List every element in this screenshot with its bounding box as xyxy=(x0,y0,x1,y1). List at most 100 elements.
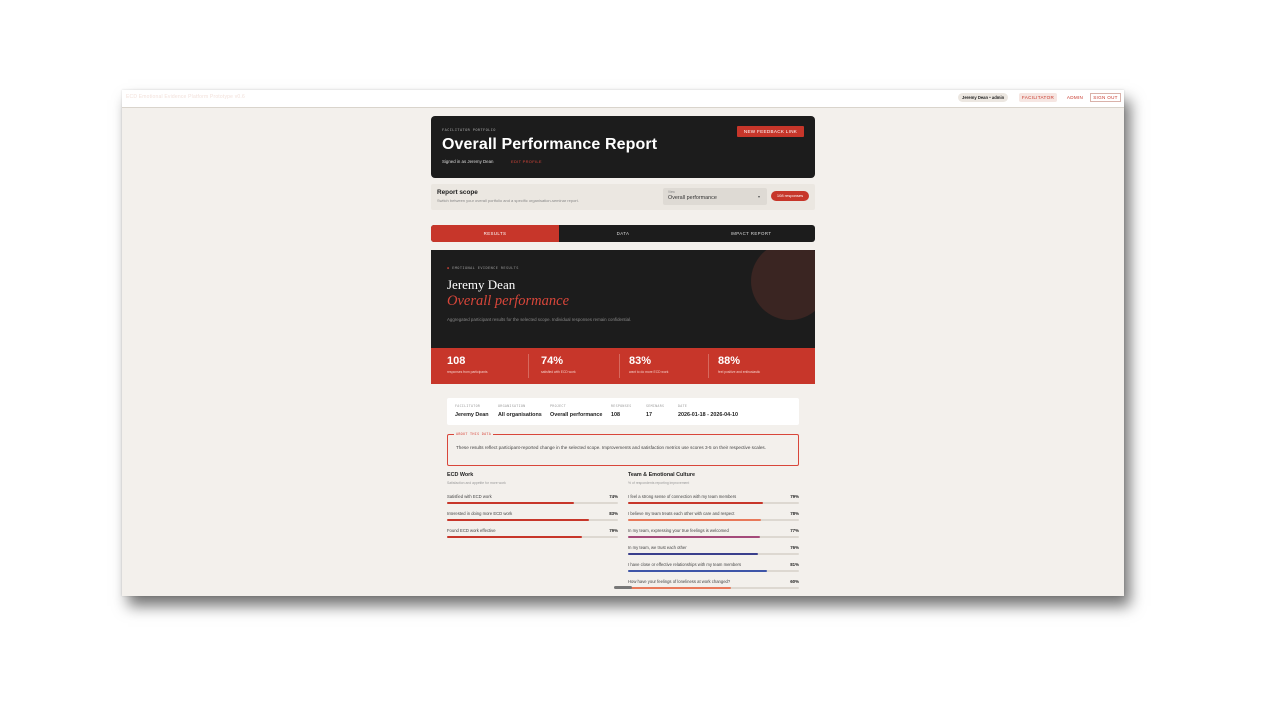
hero-eyebrow: FACILITATOR PORTFOLIO xyxy=(442,128,496,132)
metric-value: 79% xyxy=(790,494,799,499)
metric-value: 81% xyxy=(790,562,799,567)
app-title: ECD Emotional Evidence Platform Prototyp… xyxy=(126,94,245,100)
results-header: ◆ EMOTIONAL EVIDENCE RESULTS Jeremy Dean… xyxy=(431,250,815,348)
scope-title: Report scope xyxy=(437,189,478,196)
edit-profile-link[interactable]: EDIT PROFILE xyxy=(511,159,542,164)
meta-responses: RESPONSES 108 xyxy=(611,404,632,418)
metric-value: 78% xyxy=(790,511,799,516)
page-title: Overall Performance Report xyxy=(442,136,658,153)
meta-organisation: ORGANISATION All organisations xyxy=(498,404,542,418)
progress-track xyxy=(628,519,799,521)
scrollbar-thumb[interactable] xyxy=(614,586,632,589)
meta-key: ORGANISATION xyxy=(498,404,526,408)
tab-data[interactable]: DATA xyxy=(559,225,687,242)
person-name: Jeremy Dean xyxy=(447,277,516,292)
meta-facilitator: FACILITATOR Jeremy Dean xyxy=(455,404,489,418)
metric-value: 60% xyxy=(790,579,799,584)
sign-out-button[interactable]: SIGN OUT xyxy=(1090,93,1121,102)
meta-value: Jeremy Dean xyxy=(455,412,489,418)
top-bar: ECD Emotional Evidence Platform Prototyp… xyxy=(122,90,1124,108)
meta-key: FACILITATOR xyxy=(455,404,481,408)
tab-results[interactable]: RESULTS xyxy=(431,225,559,242)
progress-track xyxy=(447,536,618,538)
metric-label: I feel a strong sense of connection with… xyxy=(628,494,737,499)
view-select-value: Overall performance xyxy=(668,195,717,201)
metric-row: How have your feelings of loneliness at … xyxy=(628,579,799,593)
signed-in-text: Signed in as Jeremy Dean xyxy=(442,159,494,164)
facilitator-button[interactable]: FACILITATOR xyxy=(1019,93,1057,102)
metric-row: Satisfied with ECD work 74% xyxy=(447,494,618,508)
stat-label: feel positive and enthusiastic xyxy=(718,370,761,374)
metric-row: In my team, we trust each other 76% xyxy=(628,545,799,559)
bullet-dot-icon: ◆ xyxy=(447,266,450,270)
metric-label: Found ECD work effective xyxy=(447,528,496,533)
progress-fill xyxy=(628,519,762,521)
metric-row: I believe my team treats each other with… xyxy=(628,511,799,525)
ecd-section-title: ECD Work xyxy=(447,472,474,478)
stat-label: responses from participants xyxy=(447,370,488,374)
scope-subtitle: Switch between your overall portfolio an… xyxy=(437,198,579,203)
metric-value: 77% xyxy=(790,528,799,533)
metric-value: 76% xyxy=(790,545,799,550)
metric-label: I have close or effective relationships … xyxy=(628,562,742,567)
progress-track xyxy=(447,519,618,521)
meta-key: SEMINARS xyxy=(646,404,665,408)
stat-label: want to do more ECD work xyxy=(629,370,669,374)
meta-key: PROJECT xyxy=(550,404,566,408)
new-feedback-link-button[interactable]: NEW FEEDBACK LINK xyxy=(737,126,804,137)
progress-fill xyxy=(628,536,760,538)
metric-label: I believe my team treats each other with… xyxy=(628,511,735,516)
meta-date: DATE 2026-01-18 - 2026-04-10 xyxy=(678,404,738,418)
meta-value: 17 xyxy=(646,412,652,418)
meta-key: DATE xyxy=(678,404,688,408)
stat-value: 83% xyxy=(629,355,652,367)
metric-row: Interested in doing more ECD work 83% xyxy=(447,511,618,525)
progress-fill xyxy=(628,587,731,589)
progress-track xyxy=(628,587,799,589)
metric-row: In my team, expressing your true feeling… xyxy=(628,528,799,542)
metric-label: Satisfied with ECD work xyxy=(447,494,492,499)
metric-label: How have your feelings of loneliness at … xyxy=(628,579,731,584)
metric-label: Interested in doing more ECD work xyxy=(447,511,513,516)
meta-value: 108 xyxy=(611,412,620,418)
progress-fill xyxy=(447,536,583,538)
results-eyebrow: ◆ EMOTIONAL EVIDENCE RESULTS xyxy=(447,266,519,270)
metric-value: 79% xyxy=(609,528,618,533)
browser-window: ECD Emotional Evidence Platform Prototyp… xyxy=(122,90,1124,596)
scope-heading: Overall performance xyxy=(447,293,570,309)
admin-button[interactable]: ADMIN xyxy=(1064,93,1086,102)
stat-divider xyxy=(528,354,529,378)
team-section-subtitle: % of respondents reporting improvement xyxy=(628,481,690,485)
stat-divider xyxy=(708,354,709,378)
results-eyebrow-text: EMOTIONAL EVIDENCE RESULTS xyxy=(452,266,519,270)
metric-row: Found ECD work effective 79% xyxy=(447,528,618,542)
progress-track xyxy=(628,570,799,572)
view-select[interactable]: View Overall performance ▾ xyxy=(663,188,767,205)
responses-pill: 108 responses xyxy=(771,191,809,201)
meta-strip: FACILITATOR Jeremy Dean ORGANISATION All… xyxy=(447,398,799,425)
progress-fill xyxy=(628,570,767,572)
meta-key: RESPONSES xyxy=(611,404,632,408)
stat-label: satisfied with ECD work xyxy=(541,370,576,374)
metric-value: 74% xyxy=(609,494,618,499)
stat-positive: 88% feel positive and enthusiastic xyxy=(718,355,760,374)
progress-fill xyxy=(628,502,764,504)
meta-value: 2026-01-18 - 2026-04-10 xyxy=(678,412,738,418)
stat-value: 74% xyxy=(541,355,564,367)
progress-track xyxy=(628,536,799,538)
tab-impact-report[interactable]: IMPACT REPORT xyxy=(687,225,815,242)
results-description: Aggregated participant results for the s… xyxy=(447,317,632,322)
user-badge: Jeremy Dean • admin xyxy=(958,93,1009,102)
view-select-label: View xyxy=(668,190,675,194)
stat-value: 88% xyxy=(718,355,741,367)
about-this-data-box: ABOUT THIS DATA These results reflect pa… xyxy=(447,432,799,466)
metric-label: In my team, expressing your true feeling… xyxy=(628,528,729,533)
stats-band: 108 responses from participants 74% sati… xyxy=(431,348,815,384)
chevron-down-icon: ▾ xyxy=(757,194,760,199)
team-section-title: Team & Emotional Culture xyxy=(628,472,695,478)
meta-value: All organisations xyxy=(498,412,542,418)
meta-project: PROJECT Overall performance xyxy=(550,404,602,418)
report-scope-panel: Report scope Switch between your overall… xyxy=(431,184,815,210)
meta-seminars: SEMINARS 17 xyxy=(646,404,664,418)
report-tabs: RESULTS DATA IMPACT REPORT xyxy=(431,225,815,242)
